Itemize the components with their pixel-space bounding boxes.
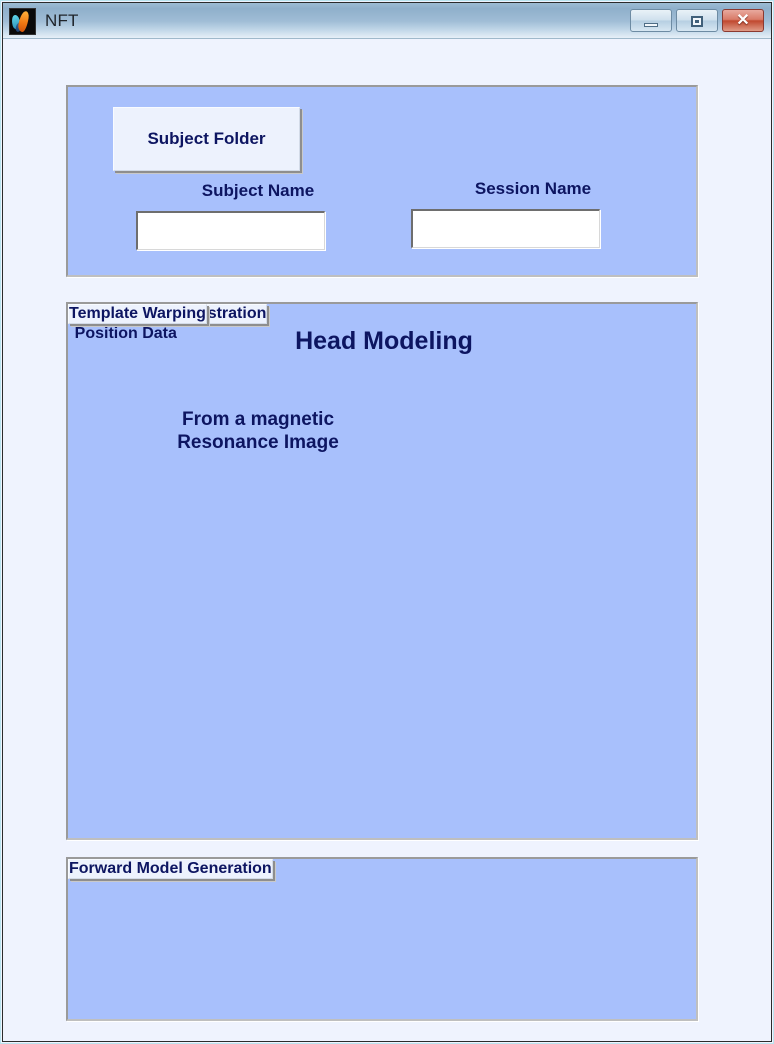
subject-name-input[interactable] <box>136 211 325 250</box>
client-area: Subject Folder Subject Name Session Name… <box>3 39 771 1041</box>
close-icon: ✕ <box>736 12 750 29</box>
window-inner-frame: NFT ✕ Subject Folder Subject Name Sessio… <box>2 2 772 1042</box>
application-window: NFT ✕ Subject Folder Subject Name Sessio… <box>0 0 774 1044</box>
session-name-input[interactable] <box>411 209 600 248</box>
matlab-icon <box>9 7 36 35</box>
window-title: NFT <box>45 11 79 30</box>
forward-model-generation-button[interactable]: Forward Model Generation <box>68 859 273 879</box>
subject-folder-button[interactable]: Subject Folder <box>113 107 300 171</box>
maximize-icon <box>691 15 703 27</box>
subject-name-label: Subject Name <box>201 181 315 200</box>
matlab-icon-orange-lobe <box>17 9 30 33</box>
minimize-icon <box>644 22 658 27</box>
title-bar[interactable]: NFT ✕ <box>3 3 771 39</box>
title-bar-left-group: NFT <box>9 7 79 35</box>
column-header-mri: From a magnetic Resonance Image <box>177 409 339 454</box>
template-warping-button[interactable]: Template Warping <box>68 304 207 324</box>
maximize-button[interactable] <box>676 9 718 32</box>
subject-panel: Subject Folder Subject Name Session Name <box>66 85 698 277</box>
window-controls: ✕ <box>630 9 764 32</box>
head-modeling-panel: Head Modeling From a magnetic Resonance … <box>66 302 698 840</box>
minimize-button[interactable] <box>630 9 672 32</box>
session-name-label: Session Name <box>474 179 592 198</box>
close-button[interactable]: ✕ <box>722 9 764 32</box>
forward-model-panel: Forward Model Generation <box>66 857 698 1021</box>
